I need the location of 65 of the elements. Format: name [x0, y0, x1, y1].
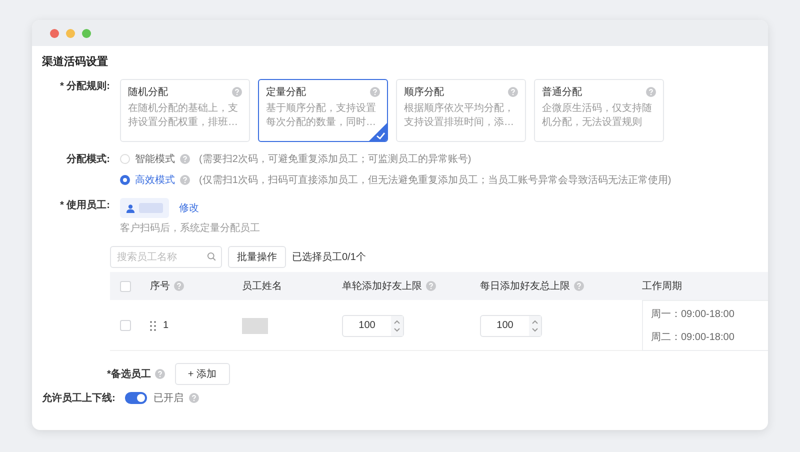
column-header: 序号 [150, 280, 170, 293]
toggle-switch[interactable] [125, 392, 148, 404]
number-input[interactable]: 100 [480, 314, 542, 336]
help-icon[interactable] [189, 393, 200, 403]
help-icon[interactable] [426, 281, 436, 291]
rule-card[interactable]: 普通分配 企微原生活码，仅支持随机分配，无法设置规则 [534, 79, 664, 142]
stepper-arrows-icon[interactable] [529, 316, 541, 336]
help-icon[interactable] [646, 87, 656, 97]
search-field[interactable]: 搜索员工名称 [110, 246, 222, 268]
add-button[interactable]: + 添加 [174, 363, 230, 385]
help-icon[interactable] [180, 175, 190, 185]
stepper-arrows-icon[interactable] [391, 316, 403, 336]
maximize-dot-icon[interactable] [82, 28, 91, 38]
column-header: 员工姓名 [242, 280, 282, 293]
field-label: 允许员工上下线: [42, 392, 116, 405]
schedule-entry: 周二：09:00-18:00 [651, 331, 736, 344]
drag-handle-icon[interactable] [150, 320, 156, 330]
rule-card[interactable]: 定量分配 基于顺序分配，支持设置每次分配的数量，同时… [258, 79, 388, 142]
close-dot-icon[interactable] [50, 28, 59, 38]
mode-description: (需要扫2次码，可避免重复添加员工；可监测员工的异常账号) [199, 152, 472, 166]
help-icon[interactable] [154, 369, 165, 379]
card-description: 企微原生活码，仅支持随机分配，无法设置规则 [542, 102, 653, 129]
card-description: 根据顺序依次平均分配，支持设置排班时间，添… [404, 102, 515, 129]
rule-card[interactable]: 随机分配 在随机分配的基础上，支持设置分配权重，排班… [120, 79, 250, 142]
column-header: 工作周期 [642, 280, 682, 293]
checkbox[interactable] [120, 320, 131, 331]
hint-text: 客户扫码后，系统定量分配员工 [120, 222, 260, 235]
radio-button[interactable] [120, 175, 130, 185]
help-icon[interactable] [180, 154, 190, 164]
card-title: 定量分配 [266, 86, 306, 99]
search-icon [207, 252, 216, 261]
field-label: 分配模式: [66, 154, 110, 165]
schedule-entry: 周一：09:00-18:00 [651, 308, 736, 321]
help-icon[interactable] [508, 87, 518, 97]
batch-button[interactable]: 批量操作 [228, 246, 286, 268]
card-description: 在随机分配的基础上，支持设置分配权重，排班… [128, 102, 239, 129]
help-icon[interactable] [232, 87, 242, 97]
number-input[interactable]: 100 [342, 314, 404, 336]
help-icon[interactable] [370, 87, 380, 97]
selection-count: 已选择员工0/1个 [292, 250, 366, 264]
help-icon[interactable] [574, 281, 584, 291]
column-header: 单轮添加好友上限 [342, 280, 422, 293]
blurred-name-placeholder [139, 203, 163, 213]
field-label: * 使用员工: [60, 200, 110, 211]
help-icon[interactable] [174, 281, 184, 291]
field-label: *备选员工 [107, 368, 151, 381]
check-corner-icon [369, 123, 387, 141]
blurred-name-placeholder [242, 318, 268, 334]
minimize-dot-icon[interactable] [66, 28, 75, 38]
card-title: 随机分配 [128, 86, 168, 99]
toggle-status: 已开启 [153, 392, 184, 405]
mode-description: (仅需扫1次码，扫码可直接添加员工，但无法避免重复添加员工；当员工账号异常会导致活码无法正常使用) [199, 174, 672, 187]
edit-link[interactable]: 修改 [179, 201, 199, 215]
table-cell: 1 [163, 320, 169, 331]
section-title: 渠道活码设置 [42, 54, 109, 69]
card-title: 普通分配 [542, 86, 582, 99]
column-header: 每日添加好友总上限 [480, 280, 570, 293]
checkbox[interactable] [120, 280, 131, 292]
radio-label[interactable]: 高效模式 [135, 173, 175, 187]
field-label: * 分配规则: [60, 81, 110, 92]
card-title: 顺序分配 [404, 86, 444, 99]
radio-label[interactable]: 智能模式 [135, 152, 175, 166]
card-description: 基于顺序分配，支持设置每次分配的数量，同时… [266, 102, 377, 129]
user-icon [126, 204, 135, 212]
rule-card[interactable]: 顺序分配 根据顺序依次平均分配，支持设置排班时间，添… [396, 79, 526, 142]
